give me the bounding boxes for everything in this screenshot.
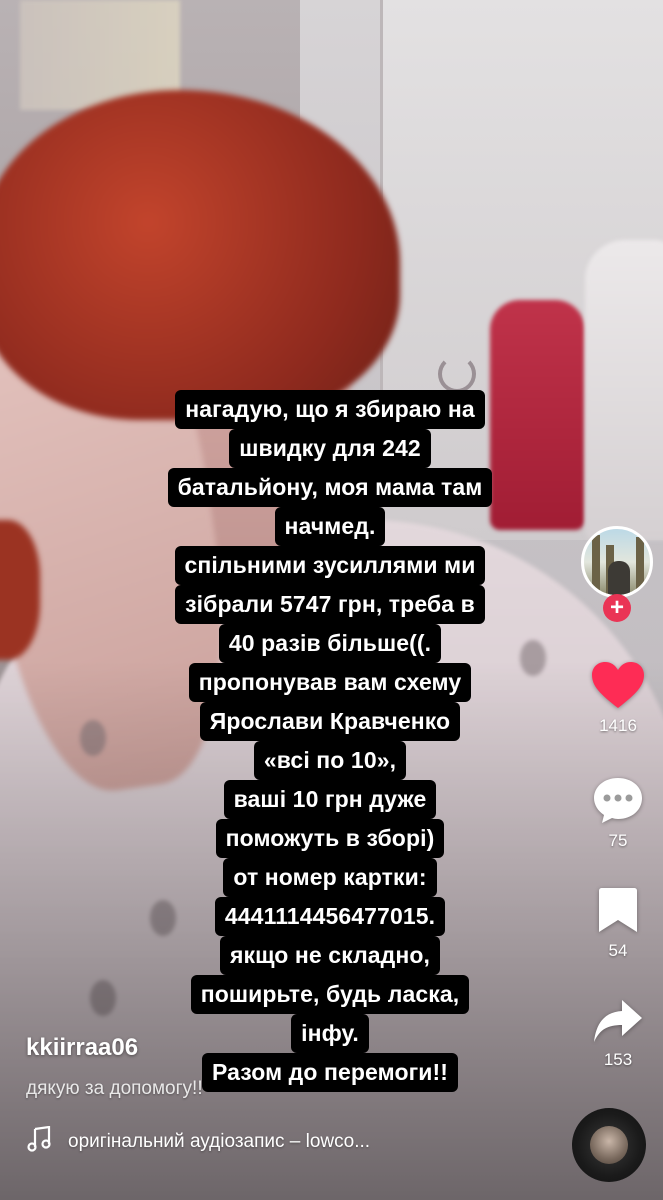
comment-button[interactable]: 75 — [573, 775, 663, 851]
creator-avatar-group: + — [581, 526, 657, 626]
caption-line: ваші 10 грн дуже — [223, 780, 437, 819]
sound-title: оригінальний аудіозапис – lowco... — [68, 1131, 371, 1152]
caption-line: батальйону, моя мама там — [167, 468, 493, 507]
sound-disc-cover — [590, 1126, 628, 1164]
like-count: 1416 — [599, 716, 637, 735]
music-note-icon — [26, 1126, 54, 1158]
save-button[interactable]: 54 — [573, 885, 663, 961]
heart-icon — [592, 662, 644, 708]
avatar[interactable] — [581, 526, 653, 598]
post-description[interactable]: дякую за допомогу!! — [26, 1078, 203, 1100]
caption-line: зібрали 5747 грн, треба в — [175, 585, 485, 624]
share-arrow-icon — [594, 1000, 642, 1042]
save-count: 54 — [608, 941, 628, 960]
sound-info[interactable]: оригінальний аудіозапис – lowco... — [26, 1126, 456, 1158]
sound-disc[interactable] — [572, 1108, 646, 1182]
caption-line: Ярослави Кравченко — [199, 702, 461, 741]
share-button[interactable]: 153 — [573, 998, 663, 1070]
caption-line: «всі по 10», — [253, 741, 407, 780]
share-count: 153 — [603, 1050, 633, 1069]
creator-username[interactable]: kkiirraa06 — [26, 1034, 138, 1062]
caption-line: спільними зусиллями ми — [174, 546, 486, 585]
caption-line: якщо не складно, — [219, 936, 441, 975]
caption-line: швидку для 242 — [229, 429, 431, 468]
caption-line: от номер картки: — [223, 858, 437, 897]
caption-line: 40 разів більше((. — [218, 624, 442, 663]
caption-line: Разом до перемоги!! — [201, 1053, 459, 1092]
caption-line: інфу. — [291, 1014, 369, 1053]
caption-line: 4441114456477015. — [214, 897, 446, 936]
like-button[interactable]: 1416 — [573, 660, 663, 736]
comment-icon — [594, 778, 642, 823]
caption-line: поможуть в зборі) — [215, 819, 445, 858]
caption-line: пропонував вам схему — [188, 663, 472, 702]
comment-count: 75 — [608, 831, 628, 850]
caption-line: поширьте, будь ласка, — [190, 975, 470, 1014]
bookmark-icon — [599, 888, 637, 932]
caption-line: нагадую, що я збираю на — [175, 390, 485, 429]
caption-line: начмед. — [274, 507, 386, 546]
video-caption-overlay: нагадую, що я збираю на швидку для 242 б… — [110, 390, 550, 1092]
follow-button[interactable]: + — [603, 594, 631, 622]
